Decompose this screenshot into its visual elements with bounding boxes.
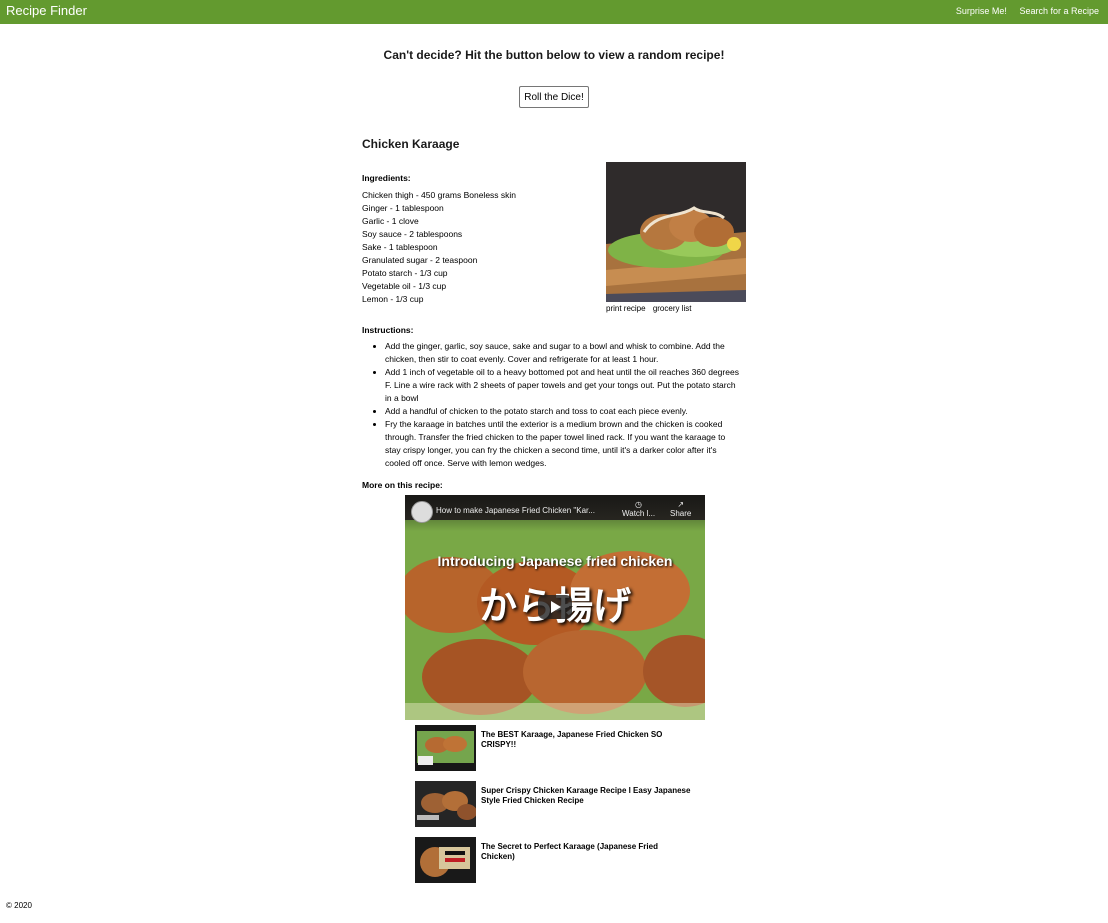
photo-links: print recipe grocery list: [606, 304, 697, 313]
more-recipe-heading: More on this recipe:: [362, 480, 443, 490]
roll-dice-button[interactable]: Roll the Dice!: [519, 86, 589, 108]
related-video-item[interactable]: Super Crispy Chicken Karaage Recipe l Ea…: [415, 781, 695, 827]
ingredient-item: Vegetable oil - 1/3 cup: [362, 281, 447, 291]
related-video-item[interactable]: The Secret to Perfect Karaage (Japanese …: [415, 837, 695, 883]
ingredient-item: Ginger - 1 tablespoon: [362, 203, 444, 213]
share-label: Share: [670, 509, 692, 518]
watch-later-button[interactable]: ◷ Watch l...: [622, 500, 655, 518]
ingredient-item: Soy sauce - 2 tablespoons: [362, 229, 463, 239]
related-video-title[interactable]: The BEST Karaage, Japanese Fried Chicken…: [481, 730, 691, 750]
grocery-list-link[interactable]: grocery list: [653, 304, 692, 313]
fried-chicken-thumbnail-image: [415, 837, 476, 883]
watch-later-label: Watch l...: [622, 509, 656, 518]
fried-chicken-thumbnail-image: [415, 781, 476, 827]
clock-icon: ◷: [635, 500, 643, 509]
ingredient-item: Sake - 1 tablespoon: [362, 242, 438, 252]
karaage-photo-illustration: [606, 162, 746, 302]
play-icon[interactable]: [538, 595, 572, 619]
ingredients-heading: Ingredients:: [362, 173, 411, 183]
random-recipe-prompt: Can't decide? Hit the button below to vi…: [383, 48, 725, 62]
share-button[interactable]: ↗ Share: [670, 500, 691, 518]
nav-links: Surprise Me! Search for a Recipe: [946, 6, 1099, 16]
top-navbar: Recipe Finder Surprise Me! Search for a …: [0, 0, 1108, 24]
brand-title[interactable]: Recipe Finder: [6, 3, 87, 18]
related-video-title[interactable]: The Secret to Perfect Karaage (Japanese …: [481, 842, 691, 862]
copyright-footer: © 2020: [6, 901, 32, 910]
channel-logo[interactable]: [411, 501, 433, 523]
embedded-video-player[interactable]: Introducing Japanese fried chicken から揚げ …: [405, 495, 705, 720]
ingredient-item: Granulated sugar - 2 teaspoon: [362, 255, 478, 265]
recipe-title: Chicken Karaage: [362, 137, 460, 151]
ingredient-item: Potato starch - 1/3 cup: [362, 268, 448, 278]
ingredient-item: Lemon - 1/3 cup: [362, 294, 424, 304]
ingredients-list: Chicken thigh - 450 grams Boneless skin …: [362, 189, 516, 306]
related-video-thumbnail[interactable]: [415, 725, 476, 771]
print-recipe-link[interactable]: print recipe: [606, 304, 646, 313]
surprise-me-link[interactable]: Surprise Me!: [956, 6, 1007, 16]
ingredient-item: Chicken thigh - 450 grams Boneless skin: [362, 190, 517, 200]
related-video-title[interactable]: Super Crispy Chicken Karaage Recipe l Ea…: [481, 786, 691, 806]
instructions-heading: Instructions:: [362, 325, 414, 335]
search-recipe-link[interactable]: Search for a Recipe: [1019, 6, 1099, 16]
instruction-step: Fry the karaage in batches until the ext…: [385, 418, 742, 470]
video-overlay-caption: Introducing Japanese fried chicken: [437, 553, 673, 569]
share-arrow-icon: ↗: [677, 500, 685, 509]
related-video-item[interactable]: The BEST Karaage, Japanese Fried Chicken…: [415, 725, 695, 771]
instruction-step: Add the ginger, garlic, soy sauce, sake …: [385, 340, 742, 366]
instruction-step: Add 1 inch of vegetable oil to a heavy b…: [385, 366, 742, 405]
recipe-photo: [606, 162, 746, 302]
instruction-step: Add a handful of chicken to the potato s…: [385, 405, 742, 418]
ingredient-item: Garlic - 1 clove: [362, 216, 419, 226]
related-video-thumbnail[interactable]: [415, 781, 476, 827]
fried-chicken-thumbnail-image: [415, 725, 476, 771]
video-title[interactable]: How to make Japanese Fried Chicken "Kar.…: [436, 506, 595, 515]
related-video-thumbnail[interactable]: [415, 837, 476, 883]
instructions-list: Add the ginger, garlic, soy sauce, sake …: [362, 340, 742, 470]
